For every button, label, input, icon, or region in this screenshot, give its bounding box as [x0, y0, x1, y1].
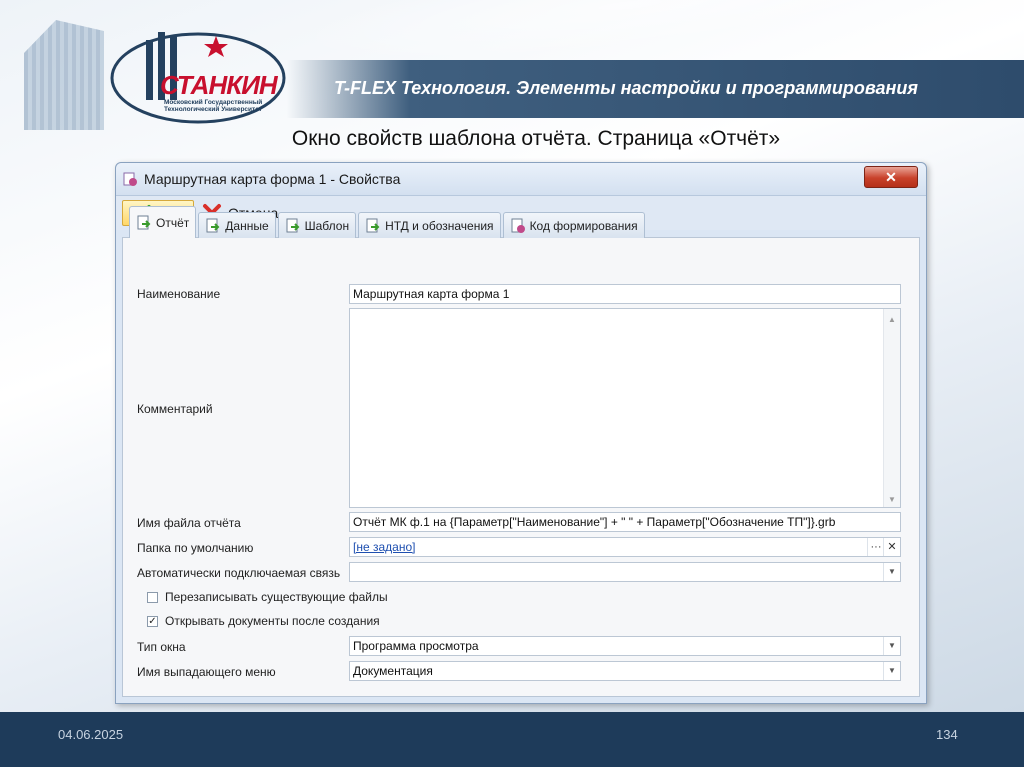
tab-label: Данные	[225, 218, 269, 233]
ntd-tab-icon	[366, 218, 380, 232]
dialog-title: Маршрутная карта форма 1 - Свойства	[144, 171, 401, 187]
header-title: T-FLEX Технология. Элементы настройки и …	[334, 78, 918, 98]
close-icon: ✕	[885, 169, 897, 185]
properties-dialog: Маршрутная карта форма 1 - Свойства ✕ OK…	[115, 162, 927, 704]
tab-label: НТД и обозначения	[385, 218, 494, 233]
folder-field[interactable]: [не задано] ··· ✕	[349, 537, 901, 557]
window-type-value: Программа просмотра	[353, 639, 479, 653]
menu-name-value: Документация	[353, 664, 433, 678]
footer-band	[0, 712, 1024, 767]
filename-label: Имя файла отчёта	[137, 516, 241, 530]
close-button[interactable]: ✕	[864, 166, 918, 188]
tab-ntd[interactable]: НТД и обозначения	[358, 212, 501, 238]
page-number: 134	[936, 727, 958, 742]
report-app-icon	[123, 172, 137, 186]
scroll-up-icon[interactable]: ▲	[884, 311, 900, 325]
overwrite-label: Перезаписывать существующие файлы	[165, 590, 388, 604]
open-after-checkbox-row[interactable]: ✓ Открывать документы после создания	[147, 614, 380, 628]
code-tab-icon	[511, 218, 525, 233]
page-title: Окно свойств шаблона отчёта. Страница «О…	[291, 127, 781, 150]
folder-label: Папка по умолчанию	[137, 541, 254, 555]
tab-code[interactable]: Код формирования	[502, 212, 645, 238]
comment-scrollbar[interactable]: ▲ ▼	[883, 309, 900, 507]
tab-report[interactable]: Отчёт	[129, 206, 197, 238]
comment-textarea[interactable]: ▲ ▼	[349, 308, 901, 508]
logo-text: СТАНКИН	[160, 70, 278, 100]
tab-label: Отчёт	[156, 215, 190, 230]
auto-link-label: Автоматически подключаемая связь	[137, 566, 341, 580]
open-after-label: Открывать документы после создания	[165, 614, 380, 628]
scroll-down-icon[interactable]: ▼	[884, 491, 900, 505]
tab-data[interactable]: Данные	[198, 212, 276, 238]
menu-name-label: Имя выпадающего меню	[137, 665, 276, 679]
chevron-down-icon[interactable]: ▼	[883, 637, 900, 655]
logo-subtitle: Московский Государственный Технологическ…	[164, 99, 263, 113]
menu-name-select[interactable]: Документация ▼	[349, 661, 901, 681]
filename-field[interactable]: Отчёт МК ф.1 на {Параметр["Наименование"…	[349, 512, 901, 532]
chevron-down-icon[interactable]: ▼	[883, 563, 900, 581]
name-field[interactable]: Маршрутная карта форма 1	[349, 284, 901, 304]
tab-content-report: Отчёт Данные Шаблон НТД и обозначения Ко…	[122, 206, 920, 697]
tab-label: Шаблон	[304, 218, 350, 233]
data-tab-icon	[206, 218, 220, 232]
folder-value-link[interactable]: [не задано]	[353, 540, 415, 554]
name-label: Наименование	[137, 287, 221, 301]
auto-link-select[interactable]: ▼	[349, 562, 901, 582]
footer-date: 04.06.2025	[58, 727, 124, 742]
dialog-titlebar[interactable]: Маршрутная карта форма 1 - Свойства ✕	[116, 163, 926, 196]
report-tab-icon	[137, 215, 151, 229]
tab-template[interactable]: Шаблон	[277, 212, 357, 238]
chevron-down-icon[interactable]: ▼	[883, 662, 900, 680]
window-type-label: Тип окна	[137, 640, 186, 654]
building-image	[24, 20, 104, 130]
tab-label: Код формирования	[529, 218, 638, 233]
comment-label: Комментарий	[137, 402, 213, 416]
clear-button[interactable]: ✕	[883, 538, 900, 556]
window-type-select[interactable]: Программа просмотра ▼	[349, 636, 901, 656]
browse-button[interactable]: ···	[867, 538, 884, 556]
tab-strip: Отчёт Данные Шаблон НТД и обозначения Ко…	[129, 204, 647, 238]
template-tab-icon	[286, 218, 300, 232]
open-after-checkbox[interactable]: ✓	[147, 615, 158, 627]
overwrite-checkbox[interactable]	[147, 591, 158, 603]
overwrite-checkbox-row[interactable]: Перезаписывать существующие файлы	[147, 590, 388, 604]
